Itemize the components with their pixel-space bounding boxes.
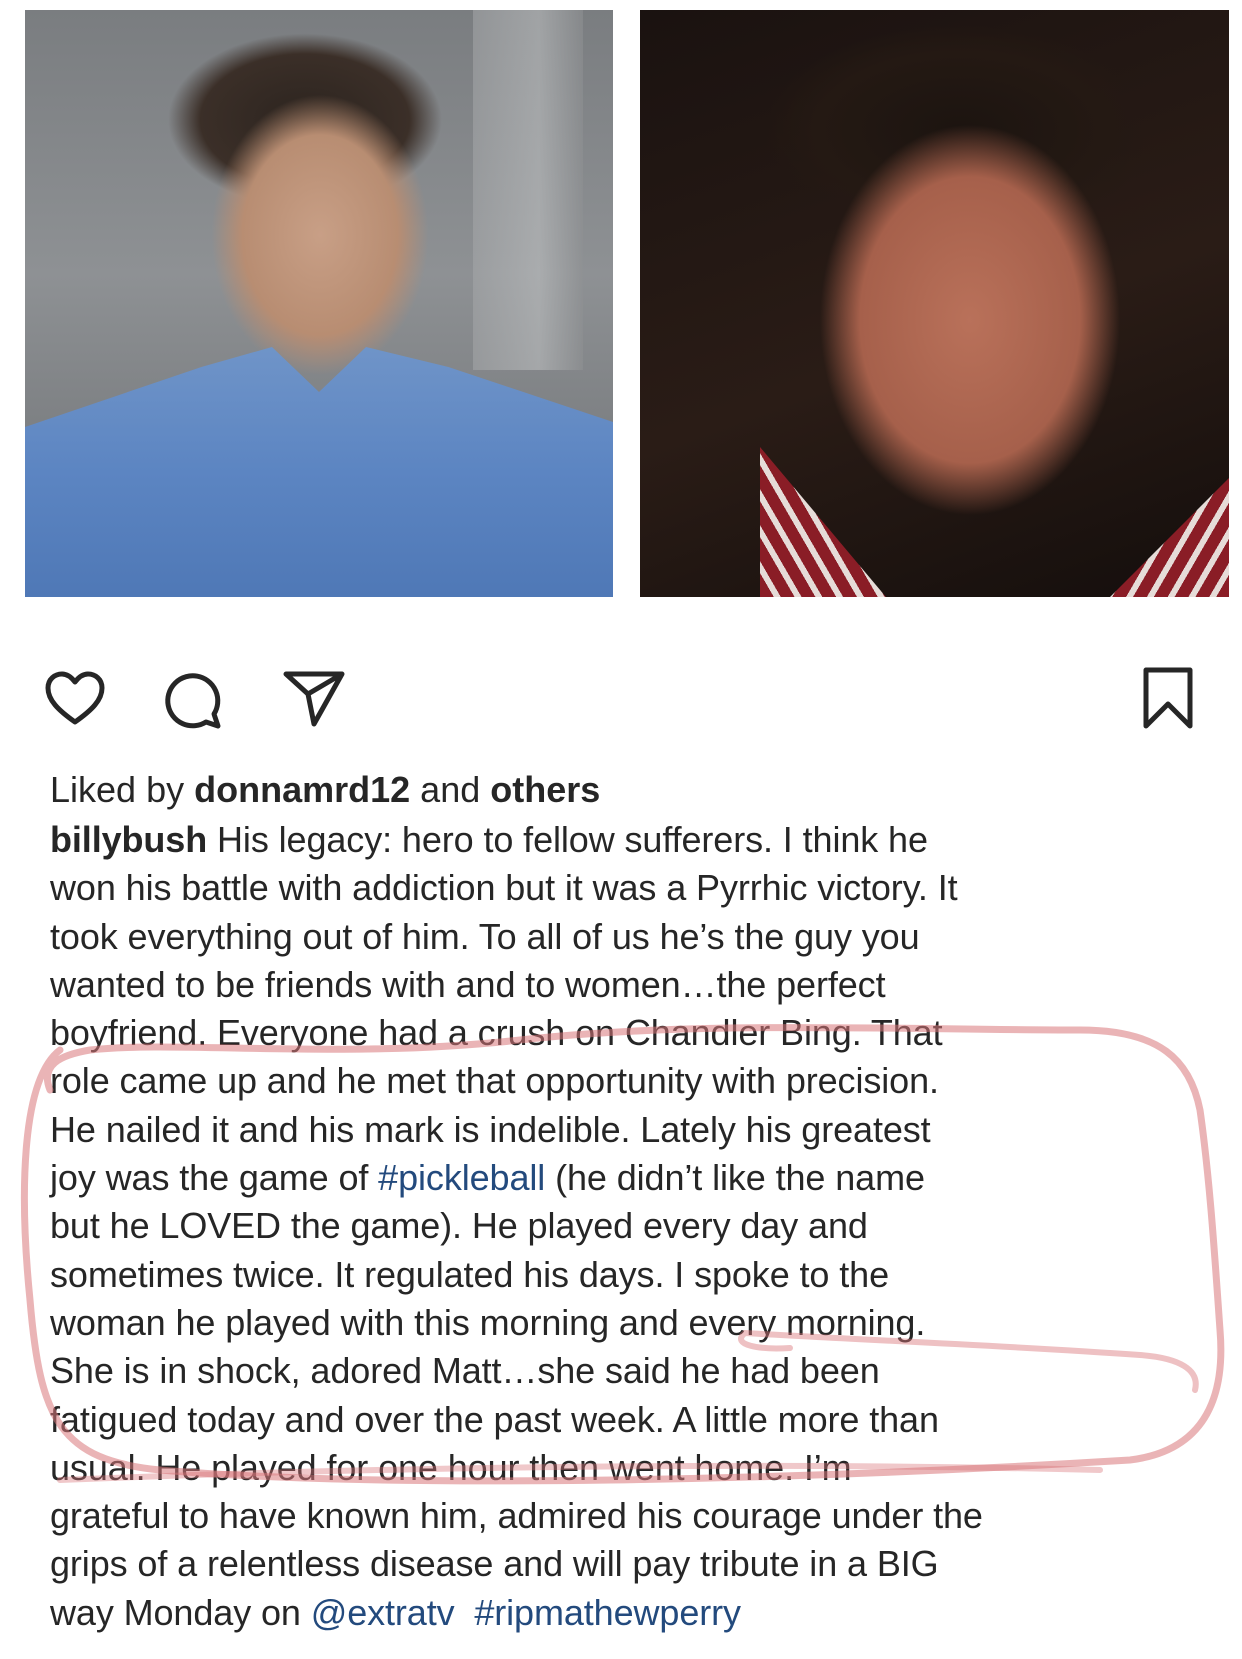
caption-line: grips of a relentless disease and will p… [50, 1543, 939, 1585]
mention-extratv[interactable]: @extratv [311, 1592, 455, 1633]
caption-line: but he LOVED the game). He played every … [50, 1205, 868, 1247]
caption-line: He nailed it and his mark is indelible. … [50, 1108, 931, 1150]
caption-line: sometimes twice. It regulated his days. … [50, 1253, 890, 1295]
caption-line: grateful to have known him, admired his … [50, 1495, 983, 1537]
post-caption: billybush His legacy: hero to fellow suf… [50, 816, 1200, 1637]
hashtag-ripmathewperry[interactable]: #ripmathewperry [474, 1592, 741, 1633]
comment-icon[interactable] [162, 670, 224, 732]
photo-shirt [25, 347, 613, 597]
caption-line: usual. He played for one hour then went … [50, 1446, 852, 1488]
likes-connector: and [420, 769, 481, 810]
caption-line: She is in shock, adored Matt…she said he… [50, 1350, 880, 1392]
caption-username[interactable]: billybush [50, 819, 207, 860]
caption-line: joy was the game of #pickleball (he didn… [50, 1157, 925, 1199]
caption-line: way Monday on @extratv #ripmathewperry [50, 1591, 741, 1633]
photo-collar [760, 447, 886, 597]
caption-line: won his battle with addiction but it was… [50, 867, 958, 909]
post-action-bar [0, 660, 1242, 740]
liked-by-user-link[interactable]: donnamrd12 [194, 769, 410, 810]
likes-summary: Liked by donnamrd12 and others [50, 768, 600, 812]
caption-line: billybush His legacy: hero to fellow suf… [50, 819, 928, 860]
post-photo-left[interactable] [25, 10, 613, 597]
hashtag-pickleball[interactable]: #pickleball [378, 1157, 545, 1198]
share-icon[interactable] [282, 668, 346, 730]
likes-others-link[interactable]: others [490, 769, 600, 810]
photo-background [473, 10, 583, 370]
post-photo-right[interactable] [640, 10, 1229, 597]
likes-prefix: Liked by [50, 769, 185, 810]
caption-line: took everything out of him. To all of us… [50, 915, 920, 957]
caption-line: role came up and he met that opportunity… [50, 1060, 939, 1102]
bookmark-icon[interactable] [1140, 666, 1196, 730]
photo-collar [1110, 477, 1229, 597]
caption-line: woman he played with this morning and ev… [50, 1301, 926, 1343]
caption-line: boyfriend. Everyone had a crush on Chand… [50, 1012, 943, 1054]
caption-line: fatigued today and over the past week. A… [50, 1398, 939, 1440]
heart-icon[interactable] [44, 670, 106, 728]
caption-line: wanted to be friends with and to women…t… [50, 963, 886, 1005]
